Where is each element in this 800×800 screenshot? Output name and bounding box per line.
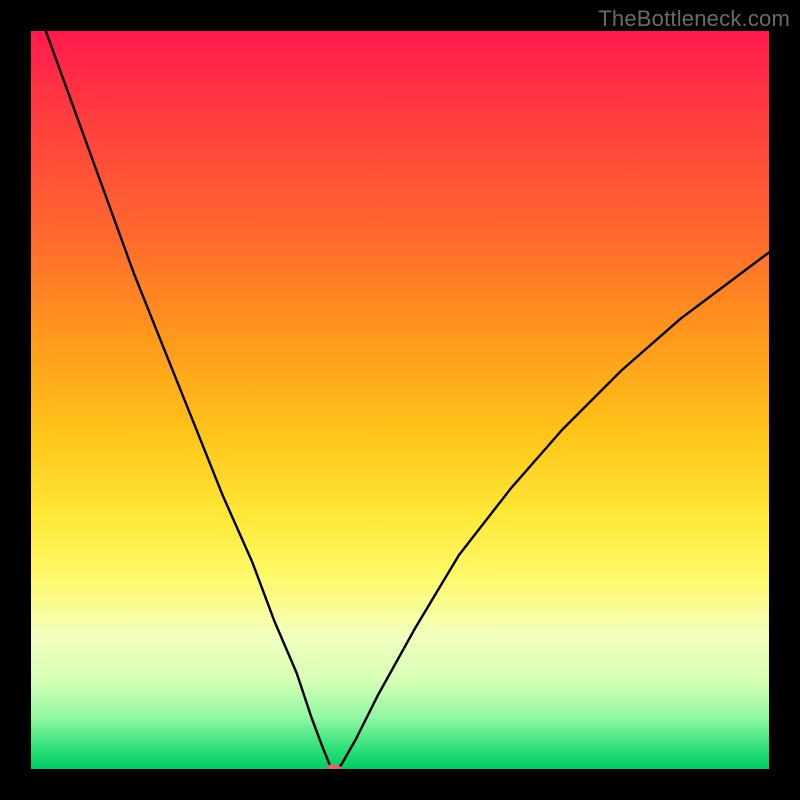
- chart-stage: TheBottleneck.com: [0, 0, 800, 800]
- curve-layer: [31, 31, 769, 769]
- plot-area: [31, 31, 769, 769]
- min-marker: [326, 764, 342, 769]
- watermark-text: TheBottleneck.com: [598, 6, 790, 32]
- bottleneck-curve: [46, 31, 769, 769]
